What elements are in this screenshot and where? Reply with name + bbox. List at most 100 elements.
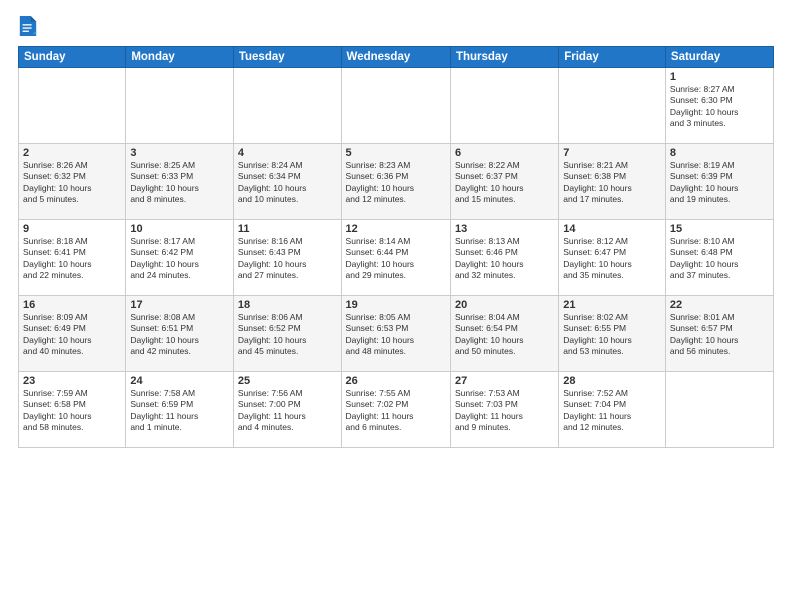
col-friday: Friday bbox=[559, 47, 666, 68]
day-info: Sunrise: 8:18 AM Sunset: 6:41 PM Dayligh… bbox=[23, 236, 121, 282]
table-row: 23Sunrise: 7:59 AM Sunset: 6:58 PM Dayli… bbox=[19, 372, 126, 448]
table-row: 4Sunrise: 8:24 AM Sunset: 6:34 PM Daylig… bbox=[233, 144, 341, 220]
table-row: 2Sunrise: 8:26 AM Sunset: 6:32 PM Daylig… bbox=[19, 144, 126, 220]
day-number: 25 bbox=[238, 375, 337, 387]
day-number: 4 bbox=[238, 147, 337, 159]
table-row: 9Sunrise: 8:18 AM Sunset: 6:41 PM Daylig… bbox=[19, 220, 126, 296]
day-info: Sunrise: 8:27 AM Sunset: 6:30 PM Dayligh… bbox=[670, 84, 769, 130]
day-number: 10 bbox=[130, 223, 229, 235]
day-number: 7 bbox=[563, 147, 661, 159]
day-info: Sunrise: 8:09 AM Sunset: 6:49 PM Dayligh… bbox=[23, 312, 121, 358]
day-number: 11 bbox=[238, 223, 337, 235]
col-thursday: Thursday bbox=[450, 47, 558, 68]
day-info: Sunrise: 8:01 AM Sunset: 6:57 PM Dayligh… bbox=[670, 312, 769, 358]
day-number: 14 bbox=[563, 223, 661, 235]
day-number: 15 bbox=[670, 223, 769, 235]
day-info: Sunrise: 8:02 AM Sunset: 6:55 PM Dayligh… bbox=[563, 312, 661, 358]
day-number: 23 bbox=[23, 375, 121, 387]
table-row: 15Sunrise: 8:10 AM Sunset: 6:48 PM Dayli… bbox=[665, 220, 773, 296]
table-row: 18Sunrise: 8:06 AM Sunset: 6:52 PM Dayli… bbox=[233, 296, 341, 372]
day-number: 24 bbox=[130, 375, 229, 387]
day-number: 2 bbox=[23, 147, 121, 159]
day-info: Sunrise: 7:52 AM Sunset: 7:04 PM Dayligh… bbox=[563, 388, 661, 434]
table-row bbox=[233, 68, 341, 144]
table-row: 13Sunrise: 8:13 AM Sunset: 6:46 PM Dayli… bbox=[450, 220, 558, 296]
table-row: 21Sunrise: 8:02 AM Sunset: 6:55 PM Dayli… bbox=[559, 296, 666, 372]
day-info: Sunrise: 8:26 AM Sunset: 6:32 PM Dayligh… bbox=[23, 160, 121, 206]
table-row bbox=[126, 68, 234, 144]
calendar-table: Sunday Monday Tuesday Wednesday Thursday… bbox=[18, 46, 774, 448]
table-row: 24Sunrise: 7:58 AM Sunset: 6:59 PM Dayli… bbox=[126, 372, 234, 448]
table-row: 7Sunrise: 8:21 AM Sunset: 6:38 PM Daylig… bbox=[559, 144, 666, 220]
day-info: Sunrise: 7:56 AM Sunset: 7:00 PM Dayligh… bbox=[238, 388, 337, 434]
col-monday: Monday bbox=[126, 47, 234, 68]
table-row bbox=[665, 372, 773, 448]
day-info: Sunrise: 8:10 AM Sunset: 6:48 PM Dayligh… bbox=[670, 236, 769, 282]
day-number: 12 bbox=[346, 223, 446, 235]
day-info: Sunrise: 8:06 AM Sunset: 6:52 PM Dayligh… bbox=[238, 312, 337, 358]
table-row bbox=[341, 68, 450, 144]
table-row: 20Sunrise: 8:04 AM Sunset: 6:54 PM Dayli… bbox=[450, 296, 558, 372]
day-number: 5 bbox=[346, 147, 446, 159]
table-row: 19Sunrise: 8:05 AM Sunset: 6:53 PM Dayli… bbox=[341, 296, 450, 372]
day-number: 19 bbox=[346, 299, 446, 311]
table-row: 26Sunrise: 7:55 AM Sunset: 7:02 PM Dayli… bbox=[341, 372, 450, 448]
day-info: Sunrise: 8:14 AM Sunset: 6:44 PM Dayligh… bbox=[346, 236, 446, 282]
day-number: 21 bbox=[563, 299, 661, 311]
day-number: 6 bbox=[455, 147, 554, 159]
day-number: 20 bbox=[455, 299, 554, 311]
day-info: Sunrise: 8:12 AM Sunset: 6:47 PM Dayligh… bbox=[563, 236, 661, 282]
day-info: Sunrise: 8:16 AM Sunset: 6:43 PM Dayligh… bbox=[238, 236, 337, 282]
day-info: Sunrise: 7:55 AM Sunset: 7:02 PM Dayligh… bbox=[346, 388, 446, 434]
day-info: Sunrise: 8:04 AM Sunset: 6:54 PM Dayligh… bbox=[455, 312, 554, 358]
table-row: 17Sunrise: 8:08 AM Sunset: 6:51 PM Dayli… bbox=[126, 296, 234, 372]
day-info: Sunrise: 8:17 AM Sunset: 6:42 PM Dayligh… bbox=[130, 236, 229, 282]
col-wednesday: Wednesday bbox=[341, 47, 450, 68]
day-number: 3 bbox=[130, 147, 229, 159]
table-row: 3Sunrise: 8:25 AM Sunset: 6:33 PM Daylig… bbox=[126, 144, 234, 220]
table-row: 8Sunrise: 8:19 AM Sunset: 6:39 PM Daylig… bbox=[665, 144, 773, 220]
day-info: Sunrise: 7:53 AM Sunset: 7:03 PM Dayligh… bbox=[455, 388, 554, 434]
day-info: Sunrise: 7:58 AM Sunset: 6:59 PM Dayligh… bbox=[130, 388, 229, 434]
day-number: 18 bbox=[238, 299, 337, 311]
logo bbox=[18, 16, 38, 40]
table-row: 6Sunrise: 8:22 AM Sunset: 6:37 PM Daylig… bbox=[450, 144, 558, 220]
table-row: 28Sunrise: 7:52 AM Sunset: 7:04 PM Dayli… bbox=[559, 372, 666, 448]
day-number: 1 bbox=[670, 71, 769, 83]
table-row: 12Sunrise: 8:14 AM Sunset: 6:44 PM Dayli… bbox=[341, 220, 450, 296]
table-row bbox=[450, 68, 558, 144]
table-row: 14Sunrise: 8:12 AM Sunset: 6:47 PM Dayli… bbox=[559, 220, 666, 296]
day-number: 17 bbox=[130, 299, 229, 311]
table-row: 27Sunrise: 7:53 AM Sunset: 7:03 PM Dayli… bbox=[450, 372, 558, 448]
col-saturday: Saturday bbox=[665, 47, 773, 68]
day-info: Sunrise: 8:13 AM Sunset: 6:46 PM Dayligh… bbox=[455, 236, 554, 282]
day-info: Sunrise: 8:24 AM Sunset: 6:34 PM Dayligh… bbox=[238, 160, 337, 206]
table-row: 1Sunrise: 8:27 AM Sunset: 6:30 PM Daylig… bbox=[665, 68, 773, 144]
day-info: Sunrise: 8:22 AM Sunset: 6:37 PM Dayligh… bbox=[455, 160, 554, 206]
day-info: Sunrise: 8:23 AM Sunset: 6:36 PM Dayligh… bbox=[346, 160, 446, 206]
day-number: 16 bbox=[23, 299, 121, 311]
col-sunday: Sunday bbox=[19, 47, 126, 68]
day-info: Sunrise: 8:08 AM Sunset: 6:51 PM Dayligh… bbox=[130, 312, 229, 358]
table-row: 5Sunrise: 8:23 AM Sunset: 6:36 PM Daylig… bbox=[341, 144, 450, 220]
col-tuesday: Tuesday bbox=[233, 47, 341, 68]
table-row bbox=[559, 68, 666, 144]
table-row: 10Sunrise: 8:17 AM Sunset: 6:42 PM Dayli… bbox=[126, 220, 234, 296]
calendar-header-row: Sunday Monday Tuesday Wednesday Thursday… bbox=[19, 47, 774, 68]
day-info: Sunrise: 7:59 AM Sunset: 6:58 PM Dayligh… bbox=[23, 388, 121, 434]
day-number: 13 bbox=[455, 223, 554, 235]
table-row: 16Sunrise: 8:09 AM Sunset: 6:49 PM Dayli… bbox=[19, 296, 126, 372]
day-number: 27 bbox=[455, 375, 554, 387]
day-number: 22 bbox=[670, 299, 769, 311]
table-row bbox=[19, 68, 126, 144]
logo-icon bbox=[18, 12, 38, 40]
day-number: 8 bbox=[670, 147, 769, 159]
day-info: Sunrise: 8:19 AM Sunset: 6:39 PM Dayligh… bbox=[670, 160, 769, 206]
table-row: 22Sunrise: 8:01 AM Sunset: 6:57 PM Dayli… bbox=[665, 296, 773, 372]
day-number: 9 bbox=[23, 223, 121, 235]
table-row: 25Sunrise: 7:56 AM Sunset: 7:00 PM Dayli… bbox=[233, 372, 341, 448]
day-number: 28 bbox=[563, 375, 661, 387]
day-number: 26 bbox=[346, 375, 446, 387]
day-info: Sunrise: 8:25 AM Sunset: 6:33 PM Dayligh… bbox=[130, 160, 229, 206]
day-info: Sunrise: 8:05 AM Sunset: 6:53 PM Dayligh… bbox=[346, 312, 446, 358]
